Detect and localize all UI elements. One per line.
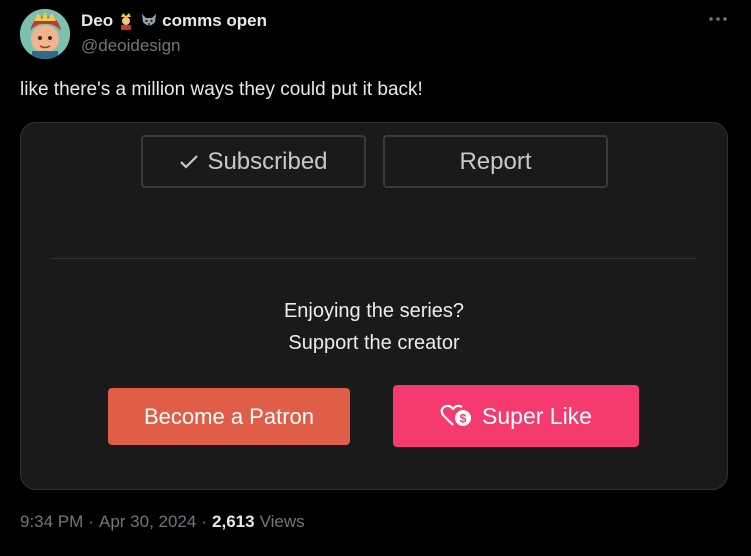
media-image[interactable]: Subscribed Report Enjoying the series? S… [20,122,728,490]
support-message: Enjoying the series? Support the creator [21,295,727,359]
subscribed-button: Subscribed [141,135,366,188]
crowned-person-emoji-icon [116,11,136,31]
patron-label: Become a Patron [144,403,314,429]
tweet: Deo comms open @deoidesign like there's … [0,0,751,556]
support-line-2: Support the creator [288,332,460,354]
views-count[interactable]: 2,613 [212,512,255,532]
more-icon [709,17,727,21]
svg-text:$: $ [460,412,467,426]
subscribed-label: Subscribed [207,147,328,175]
report-button: Report [383,135,608,188]
display-name-suffix: comms open [162,11,267,30]
views-label: Views [259,512,305,531]
tweet-time[interactable]: 9:34 PM [20,512,83,532]
report-label: Report [459,147,532,175]
support-line-1: Enjoying the series? [283,300,465,322]
wolf-emoji-icon [139,11,159,31]
tweet-meta: 9:34 PM · Apr 30, 2024 · 2,613 Views [20,512,305,532]
display-name-prefix: Deo [81,11,114,30]
display-name[interactable]: Deo comms open [81,10,267,32]
separator-dot: · [88,512,94,531]
tweet-date[interactable]: Apr 30, 2024 [99,512,196,532]
superlike-label: Super Like [482,402,592,429]
super-like-button: $ Super Like [393,385,639,447]
heart-coin-icon: $ [440,404,472,426]
avatar[interactable] [20,9,70,59]
become-patron-button: Become a Patron [108,388,350,445]
avatar-image [20,9,70,59]
tweet-text: like there's a million ways they could p… [20,79,423,100]
author-handle[interactable]: @deoidesign [81,36,181,56]
divider [51,258,696,259]
separator-dot: · [201,512,208,531]
checkmark-icon [180,154,199,169]
more-options-button[interactable] [707,8,729,30]
